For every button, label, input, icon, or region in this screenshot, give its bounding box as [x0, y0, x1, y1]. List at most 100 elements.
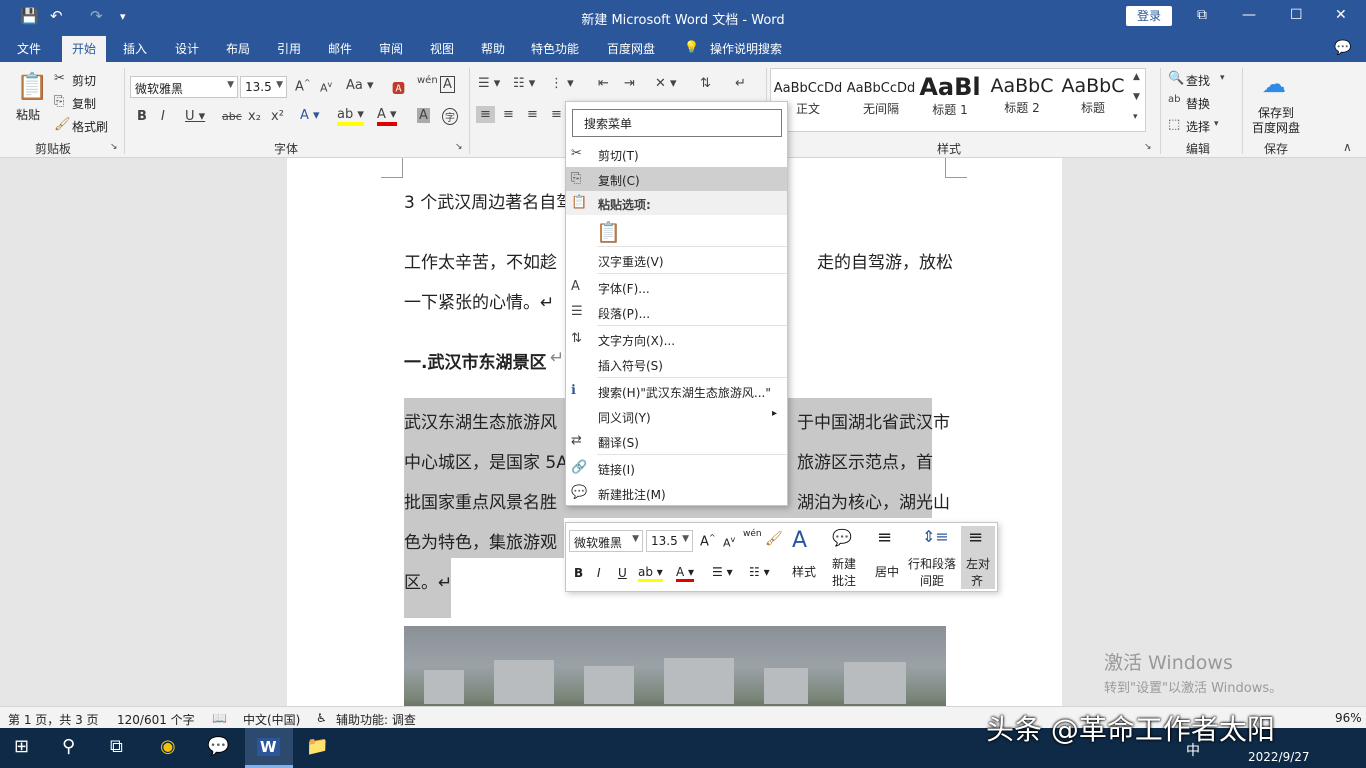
- bullets-icon[interactable]: ☰ ▾: [712, 565, 733, 579]
- mini-size-select[interactable]: 13.5 ▼: [646, 530, 693, 552]
- font-color-icon[interactable]: A ▾: [676, 565, 695, 582]
- menu-item-paragraph[interactable]: ☰ 段落(P)...: [566, 300, 787, 324]
- tab-design[interactable]: 设计: [175, 40, 199, 57]
- context-search-input[interactable]: 搜索菜单: [572, 109, 782, 137]
- tab-layout[interactable]: 布局: [226, 40, 250, 57]
- font-name-select[interactable]: 微软雅黑 ▼: [130, 76, 238, 98]
- styles-button[interactable]: 样式: [792, 563, 816, 580]
- tab-review[interactable]: 审阅: [379, 40, 403, 57]
- gallery-down-icon[interactable]: ▼: [1133, 92, 1140, 102]
- paste-button[interactable]: 粘贴: [16, 106, 40, 123]
- highlight-icon[interactable]: ab ▾: [638, 565, 663, 582]
- replace-button[interactable]: 替换: [1186, 95, 1210, 112]
- menu-item-insert-symbol[interactable]: 插入符号(S): [566, 352, 787, 376]
- show-marks-icon[interactable]: ↵: [735, 76, 746, 91]
- font-size-select[interactable]: 13.5 ▼: [240, 76, 287, 98]
- italic-icon[interactable]: I: [161, 109, 165, 124]
- tab-mailings[interactable]: 邮件: [328, 40, 352, 57]
- numbering-icon[interactable]: ☷ ▾: [749, 565, 770, 579]
- proofing-icon[interactable]: 📖: [212, 711, 227, 725]
- close-icon[interactable]: ✕: [1335, 7, 1347, 23]
- baidu-pan-icon[interactable]: ☁: [1262, 70, 1286, 98]
- menu-item-reconvert[interactable]: 汉字重选(V): [566, 248, 787, 272]
- format-painter-button[interactable]: 格式刷: [72, 118, 108, 135]
- comments-icon[interactable]: 💬: [1334, 40, 1351, 56]
- style-no-spacing[interactable]: AaBbCcDd 无间隔: [845, 71, 917, 127]
- center-button[interactable]: 居中: [875, 563, 899, 580]
- find-button[interactable]: 查找: [1186, 72, 1210, 89]
- zoom-level[interactable]: 96%: [1335, 711, 1362, 725]
- tab-features[interactable]: 特色功能: [531, 40, 579, 57]
- accessibility-status[interactable]: 辅助功能: 调查: [336, 711, 416, 728]
- grow-font-icon[interactable]: A^: [295, 78, 311, 94]
- styles-icon[interactable]: A: [792, 528, 807, 553]
- bullets-icon[interactable]: ☰ ▾: [478, 76, 500, 91]
- tab-baidu-pan[interactable]: 百度网盘: [607, 40, 655, 57]
- style-title[interactable]: AaBbC 标题: [1058, 71, 1128, 127]
- new-comment-label-1[interactable]: 新建: [832, 555, 856, 572]
- word-count[interactable]: 120/601 个字: [117, 711, 195, 728]
- style-heading-2[interactable]: AaBbC 标题 2: [986, 71, 1058, 127]
- tab-home[interactable]: 开始: [62, 36, 107, 62]
- menu-item-search[interactable]: ℹ 搜索(H)"武汉东湖生态旅游风...": [566, 379, 787, 403]
- character-border-icon[interactable]: A: [440, 76, 455, 93]
- menu-item-translate[interactable]: ⇄ 翻译(S): [566, 429, 787, 453]
- clear-format-icon[interactable]: 🅰: [392, 78, 405, 97]
- bold-icon[interactable]: B: [574, 566, 583, 580]
- tab-help[interactable]: 帮助: [481, 40, 505, 57]
- page-count[interactable]: 第 1 页，共 3 页: [8, 711, 99, 728]
- paste-keep-text-icon[interactable]: 📋: [596, 220, 621, 244]
- minimize-icon[interactable]: —: [1242, 7, 1256, 23]
- dialog-launcher-icon[interactable]: ↘: [455, 142, 463, 152]
- copy-button[interactable]: 复制: [72, 95, 96, 112]
- search-icon[interactable]: ⚲: [62, 736, 75, 757]
- pinyin-guide-icon[interactable]: wén: [743, 529, 762, 539]
- increase-indent-icon[interactable]: ⇥: [624, 76, 635, 91]
- maximize-icon[interactable]: ☐: [1290, 7, 1303, 23]
- text-effects-icon[interactable]: A ▾: [300, 108, 320, 123]
- ribbon-display-icon[interactable]: ⧉: [1197, 7, 1207, 23]
- menu-item-link[interactable]: 🔗 链接(I): [566, 456, 787, 480]
- align-right-icon[interactable]: ≡: [527, 107, 538, 122]
- select-button[interactable]: 选择: [1186, 118, 1210, 135]
- menu-item-text-direction[interactable]: ⇅ 文字方向(X)...: [566, 327, 787, 351]
- align-left-icon[interactable]: ≡: [476, 106, 495, 123]
- style-heading-1[interactable]: AaBl 标题 1: [914, 71, 986, 127]
- italic-icon[interactable]: I: [597, 566, 601, 580]
- align-center-icon[interactable]: ≡: [503, 107, 514, 122]
- windows-start-icon[interactable]: ⊞: [14, 736, 29, 757]
- new-comment-icon[interactable]: 💬: [832, 528, 852, 547]
- font-color-icon[interactable]: A ▾: [377, 107, 397, 126]
- collapse-ribbon-icon[interactable]: ∧: [1343, 140, 1352, 154]
- bold-icon[interactable]: B: [137, 109, 147, 124]
- chinese-layout-icon[interactable]: ✕ ▾: [655, 76, 677, 91]
- menu-item-font[interactable]: A 字体(F)...: [566, 275, 787, 299]
- tab-view[interactable]: 视图: [430, 40, 454, 57]
- tell-me-search[interactable]: 操作说明搜索: [710, 40, 782, 57]
- justify-icon[interactable]: ≡: [551, 107, 562, 122]
- character-shading-icon[interactable]: A: [417, 108, 430, 123]
- shrink-font-icon[interactable]: Av: [320, 80, 332, 95]
- chrome-icon[interactable]: ◉: [160, 736, 176, 757]
- multilevel-list-icon[interactable]: ⋮ ▾: [550, 76, 574, 91]
- grow-font-icon[interactable]: A^: [700, 533, 716, 549]
- strikethrough-icon[interactable]: abc: [222, 110, 242, 123]
- align-center-icon[interactable]: ≡: [877, 527, 892, 548]
- word-icon[interactable]: W: [257, 738, 280, 756]
- task-view-icon[interactable]: ⧉: [110, 736, 123, 757]
- superscript-icon[interactable]: x²: [271, 109, 284, 124]
- dialog-launcher-icon[interactable]: ↘: [1144, 142, 1152, 152]
- dialog-launcher-icon[interactable]: ↘: [110, 142, 118, 152]
- tab-insert[interactable]: 插入: [123, 40, 147, 57]
- menu-item-new-comment[interactable]: 💬 新建批注(M): [566, 481, 787, 505]
- gallery-up-icon[interactable]: ▲: [1133, 72, 1140, 82]
- change-case-icon[interactable]: Aa ▾: [346, 78, 374, 93]
- save-baidu-label-2[interactable]: 百度网盘: [1252, 119, 1300, 136]
- shrink-font-icon[interactable]: Av: [723, 535, 735, 550]
- language[interactable]: 中文(中国): [243, 711, 300, 728]
- mini-font-select[interactable]: 微软雅黑 ▼: [569, 530, 643, 552]
- cut-button[interactable]: 剪切: [72, 72, 96, 89]
- underline-icon[interactable]: U ▾: [185, 109, 205, 124]
- line-spacing-label-1[interactable]: 行和段落: [908, 555, 956, 572]
- file-explorer-icon[interactable]: 📁: [306, 736, 328, 757]
